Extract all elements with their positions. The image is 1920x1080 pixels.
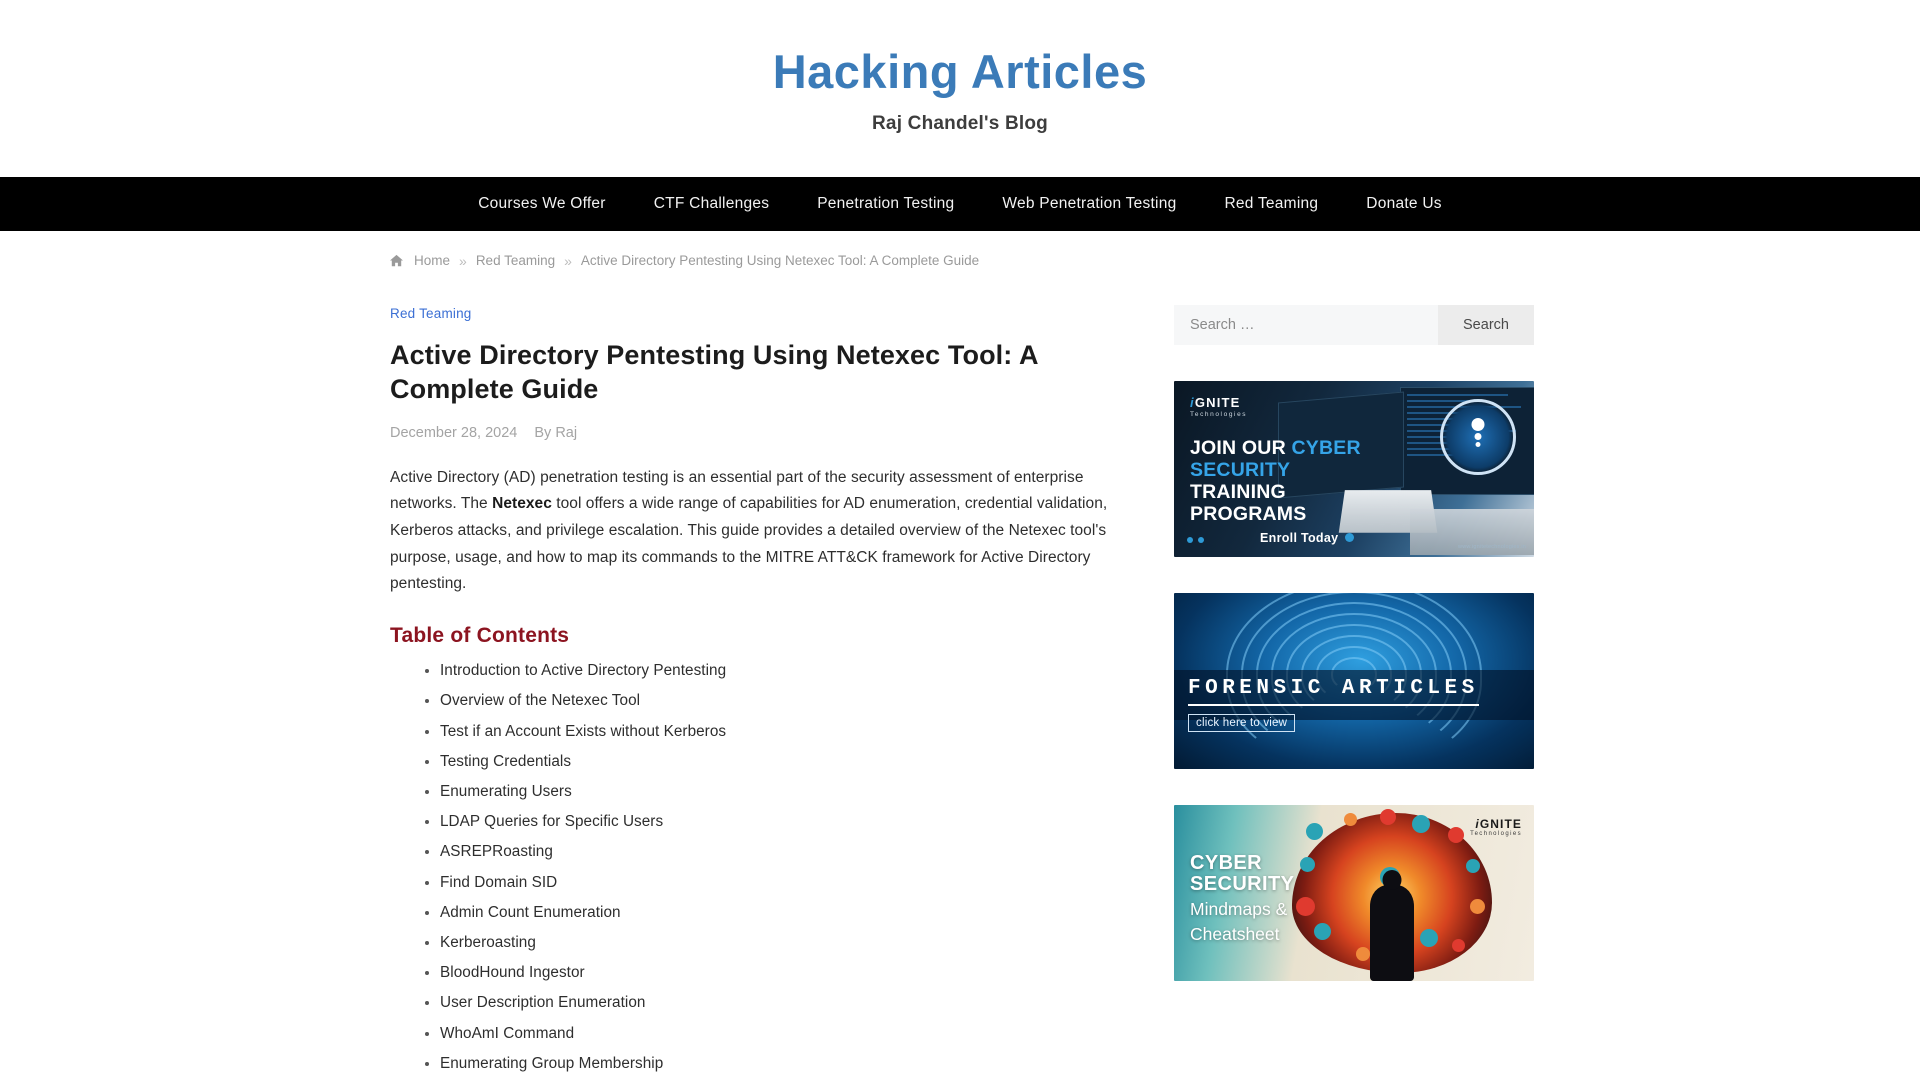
toc-item[interactable]: Overview of the Netexec Tool: [440, 690, 1130, 713]
ignite-logo: iGNITE Technologies: [1190, 395, 1247, 418]
post-date: December 28, 2024: [390, 424, 518, 441]
banner1-carousel-dots[interactable]: [1187, 536, 1204, 543]
breadcrumb-home-link[interactable]: Home: [414, 253, 450, 268]
network-node: [1296, 896, 1315, 916]
toc-item[interactable]: Enumerating Group Membership: [440, 1053, 1130, 1076]
toc-item[interactable]: Find Domain SID: [440, 872, 1130, 895]
post-meta: December 28, 2024 By Raj: [390, 425, 1130, 441]
network-node: [1314, 922, 1331, 940]
nav-item-donate-us[interactable]: Donate Us: [1342, 195, 1465, 213]
breadcrumb-current-page: Active Directory Pentesting Using Netexe…: [580, 253, 980, 269]
network-node: [1420, 928, 1438, 947]
toc-item[interactable]: Test if an Account Exists without Kerber…: [440, 721, 1130, 744]
network-node: [1356, 946, 1370, 961]
post-title: Active Directory Pentesting Using Netexe…: [390, 339, 1038, 405]
post-intro-paragraph: Active Directory (AD) penetration testin…: [390, 465, 1130, 598]
network-node: [1452, 938, 1465, 952]
ignite-logo-subtitle: Technologies: [1190, 410, 1248, 418]
network-node: [1344, 812, 1357, 826]
enroll-today-button[interactable]: Enroll Today: [1260, 530, 1355, 545]
cyber-security-mindmaps-banner[interactable]: iGNITE Technologies CYBER SECURITY Mindm…: [1174, 804, 1534, 981]
nav-item-red-teaming[interactable]: Red Teaming: [1200, 195, 1342, 213]
network-node: [1306, 822, 1323, 840]
nav-item-web-penetration-testing[interactable]: Web Penetration Testing: [978, 195, 1200, 213]
toc-item[interactable]: Introduction to Active Directory Pentest…: [440, 660, 1130, 683]
article-column: Red Teaming Active Directory Pentesting …: [390, 305, 1130, 1080]
site-tagline: Raj Chandel's Blog: [872, 112, 1048, 134]
network-node: [1470, 898, 1485, 914]
person-silhouette-graphic: [1370, 884, 1414, 981]
banner1-headline: JOIN OUR CYBER SECURITY TRAINING PROGRAM…: [1190, 437, 1390, 526]
nav-list: Courses We Offer CTF Challenges Penetrat…: [454, 195, 1466, 213]
site-header: Hacking Articles Raj Chandel's Blog: [0, 0, 1920, 177]
search-input[interactable]: [1174, 304, 1438, 345]
key-icon: [1440, 398, 1516, 475]
network-node: [1412, 814, 1430, 833]
nav-item-ctf-challenges[interactable]: CTF Challenges: [630, 195, 794, 213]
post-author-prefix: By: [534, 424, 552, 441]
banner3-line1: CYBER: [1190, 851, 1263, 874]
toc-item[interactable]: ASREPRoasting: [440, 841, 1130, 864]
post-category-link[interactable]: Red Teaming: [390, 306, 472, 321]
network-node: [1466, 858, 1480, 873]
network-node: [1300, 856, 1315, 872]
banner3-headline: CYBER SECURITY Mindmaps & Cheatsheet: [1190, 851, 1295, 945]
forensic-articles-title: FORENSIC ARTICLES: [1188, 677, 1479, 706]
banner3-line3: Mindmaps &: [1190, 899, 1288, 920]
toc-item[interactable]: User Description Enumeration: [440, 992, 1130, 1015]
content-wrapper: Red Teaming Active Directory Pentesting …: [390, 285, 1534, 1080]
search-widget: Search: [1174, 304, 1534, 345]
banner1-line1b: CYBER: [1291, 436, 1361, 459]
ignite-logo-subtitle: Technologies: [1470, 830, 1522, 837]
network-node: [1448, 826, 1464, 843]
search-button[interactable]: Search: [1438, 304, 1534, 345]
site-title[interactable]: Hacking Articles: [0, 46, 1920, 98]
post-author-name[interactable]: Raj: [555, 425, 577, 441]
nav-item-penetration-testing[interactable]: Penetration Testing: [793, 195, 978, 213]
toc-item[interactable]: Kerberoasting: [440, 932, 1130, 955]
intro-bold-term: Netexec: [492, 495, 552, 513]
arrow-circle-icon: [1345, 533, 1355, 543]
breadcrumb-separator-2: »: [564, 252, 572, 269]
home-icon: [390, 254, 403, 267]
page-root: Hacking Articles Raj Chandel's Blog Cour…: [0, 0, 1920, 1080]
ignite-logo: iGNITE Technologies: [1470, 817, 1522, 837]
ignite-logo-name: GNITE: [1194, 394, 1241, 410]
post-author[interactable]: By Raj: [534, 425, 577, 441]
banner1-website-url: www.ignitetechnologies.in: [1458, 543, 1526, 550]
breadcrumb-separator-1: »: [459, 252, 467, 269]
toc-item[interactable]: Testing Credentials: [440, 751, 1130, 774]
toc-item[interactable]: WhoAmI Command: [440, 1023, 1130, 1046]
main-navigation: Courses We Offer CTF Challenges Penetrat…: [0, 176, 1920, 231]
toc-item[interactable]: BloodHound Ingestor: [440, 962, 1130, 985]
sidebar: Search iGNITE Technol: [1174, 304, 1534, 981]
breadcrumb: Home » Red Teaming » Active Directory Pe…: [390, 253, 1530, 269]
banner1-line2b: TRAINING: [1190, 481, 1286, 504]
network-node: [1380, 808, 1396, 825]
enroll-today-label: Enroll Today: [1260, 530, 1339, 545]
banner3-line2: SECURITY: [1190, 872, 1295, 895]
breadcrumb-category-link[interactable]: Red Teaming: [476, 253, 555, 268]
cyber-security-training-banner[interactable]: iGNITE Technologies JOIN OUR CYBER SECUR…: [1174, 380, 1534, 557]
table-of-contents-heading: Table of Contents: [390, 624, 570, 648]
forensic-articles-banner[interactable]: FORENSIC ARTICLES click here to view: [1174, 592, 1534, 769]
banner1-line3: PROGRAMS: [1190, 503, 1307, 526]
toc-item[interactable]: LDAP Queries for Specific Users: [440, 811, 1130, 834]
breadcrumb-bar: Home » Red Teaming » Active Directory Pe…: [0, 231, 1920, 285]
toc-item[interactable]: Enumerating Users: [440, 781, 1130, 804]
ignite-logo-name: GNITE: [1479, 816, 1522, 831]
banner1-line1a: JOIN OUR: [1190, 436, 1292, 459]
banner3-line4: Cheatsheet: [1190, 924, 1280, 945]
toc-item[interactable]: Admin Count Enumeration: [440, 902, 1130, 925]
nav-item-courses-we-offer[interactable]: Courses We Offer: [454, 195, 629, 213]
click-here-to-view-button[interactable]: click here to view: [1188, 713, 1296, 732]
table-of-contents-list: Introduction to Active Directory Pentest…: [390, 660, 1130, 1080]
banner1-line2a: SECURITY: [1190, 458, 1290, 481]
